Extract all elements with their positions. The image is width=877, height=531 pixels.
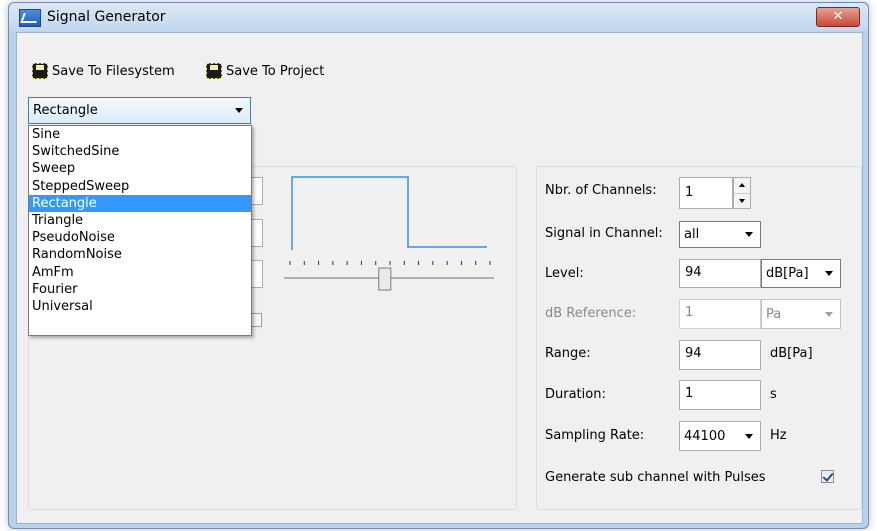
sampling-rate-label: Sampling Rate: [545, 428, 645, 443]
dropdown-option[interactable]: AmFm [29, 264, 251, 281]
signal-type-value: Rectangle [33, 103, 98, 118]
save-to-project-label: Save To Project [226, 63, 325, 79]
window-title: Signal Generator [47, 9, 166, 25]
dropdown-option[interactable]: Fourier [29, 281, 251, 298]
dropdown-option[interactable]: RandomNoise [29, 246, 251, 263]
db-reference-unit-value: Pa [766, 306, 782, 322]
dropdown-option[interactable]: Sweep [29, 160, 251, 177]
title-bar[interactable]: Signal Generator ✕ [9, 3, 868, 31]
dropdown-option[interactable]: Sine [29, 126, 251, 143]
range-input[interactable]: 94 [679, 340, 761, 370]
range-label: Range: [545, 346, 591, 361]
db-reference-input[interactable]: 1 [679, 299, 761, 329]
sampling-rate-value: 44100 [684, 428, 726, 444]
output-settings-group [536, 166, 862, 510]
app-icon [19, 9, 41, 27]
dropdown-option[interactable]: Triangle [29, 212, 251, 229]
sampling-rate-unit: Hz [770, 428, 787, 443]
signal-in-channel-value: all [684, 227, 700, 242]
chevron-down-icon [825, 311, 833, 317]
spin-down-icon[interactable] [734, 194, 750, 209]
floppy-disk-icon [32, 63, 48, 79]
chevron-down-icon [745, 232, 753, 237]
chevron-down-icon [745, 433, 753, 439]
channels-input[interactable]: 1 [679, 177, 733, 209]
signal-type-select[interactable]: Rectangle [28, 97, 251, 124]
slider-thumb [378, 267, 392, 291]
save-to-filesystem-button[interactable]: Save To Filesystem [32, 63, 175, 79]
dropdown-option[interactable]: Universal [29, 298, 251, 315]
save-to-project-button[interactable]: Save To Project [206, 63, 324, 79]
sampling-rate-select[interactable]: 44100 [679, 421, 761, 451]
level-unit-value: dB[Pa] [766, 266, 809, 281]
duration-input[interactable]: 1 [679, 380, 761, 410]
close-button[interactable]: ✕ [816, 7, 860, 27]
level-input[interactable]: 94 [679, 259, 761, 288]
channels-spinner[interactable] [733, 177, 751, 209]
duration-label: Duration: [545, 387, 606, 402]
signal-in-channel-select[interactable]: all [679, 221, 761, 248]
slider-ticks [289, 261, 491, 265]
dropdown-option[interactable]: PseudoNoise [29, 229, 251, 246]
chevron-down-icon [235, 108, 243, 113]
level-label: Level: [545, 266, 584, 281]
subchannel-label: Generate sub channel with Pulses [545, 470, 766, 485]
range-unit: dB[Pa] [770, 346, 813, 361]
waveform-preview [284, 176, 494, 291]
duration-unit: s [770, 387, 777, 402]
channels-label: Nbr. of Channels: [545, 183, 657, 198]
dropdown-option[interactable]: Rectangle [29, 194, 251, 212]
chevron-down-icon [825, 271, 833, 276]
spin-up-icon[interactable] [734, 178, 750, 194]
level-unit-select[interactable]: dB[Pa] [761, 259, 841, 288]
save-to-filesystem-label: Save To Filesystem [52, 63, 175, 79]
subchannel-checkbox[interactable] [821, 470, 834, 483]
dropdown-option[interactable]: SteppedSweep [29, 178, 251, 195]
waveform-line [291, 176, 487, 250]
db-reference-label: dB Reference: [545, 306, 637, 321]
db-reference-unit-select[interactable]: Pa [761, 299, 841, 329]
dropdown-option[interactable]: SwitchedSine [29, 143, 251, 160]
floppy-disk-icon [206, 63, 222, 79]
signal-type-dropdown[interactable]: Sine SwitchedSine Sweep SteppedSweep Rectang… [28, 125, 252, 336]
signal-in-channel-label: Signal in Channel: [545, 226, 663, 241]
